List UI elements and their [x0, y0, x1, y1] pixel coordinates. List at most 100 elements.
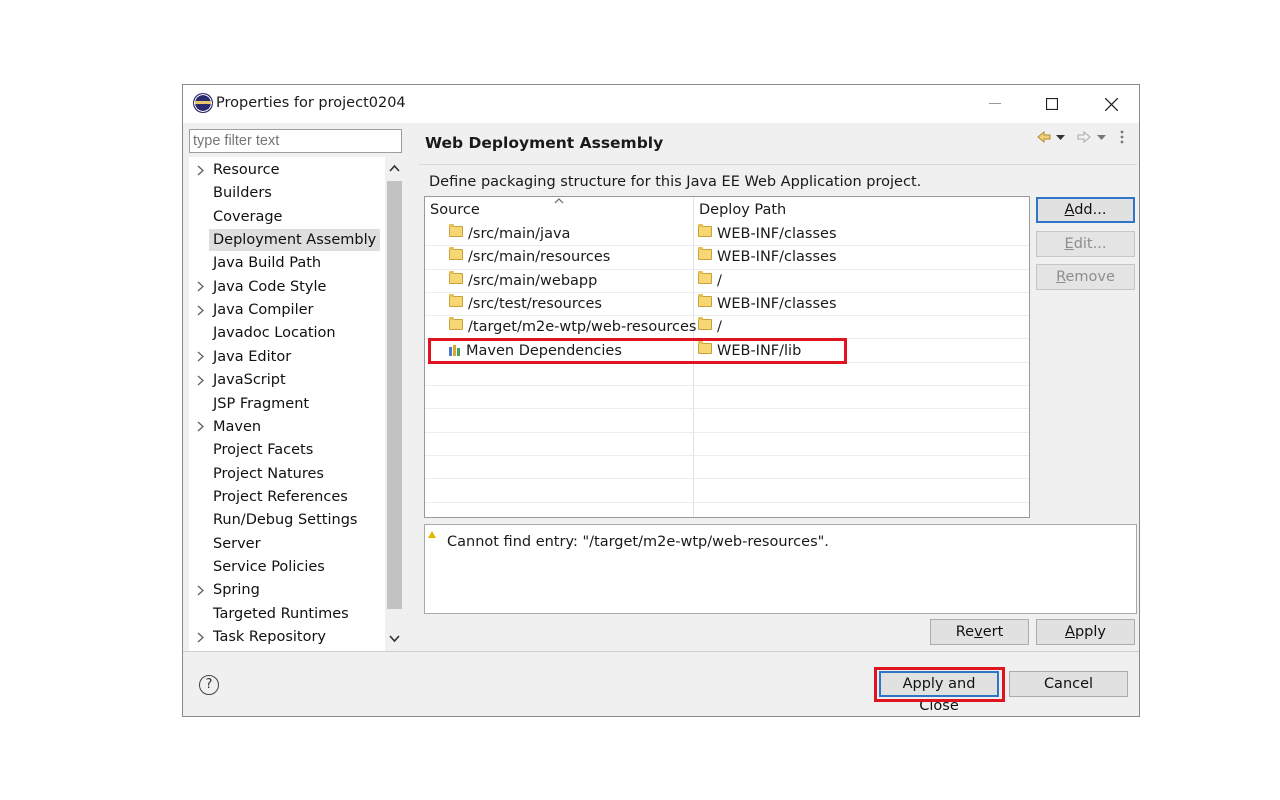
page-navigation — [1037, 128, 1137, 148]
table-row[interactable]: Maven Dependencies WEB-INF/lib — [425, 337, 1029, 364]
remove-label: emove — [1065, 269, 1115, 285]
source-cell: /src/main/resources — [449, 246, 610, 269]
table-row — [425, 479, 1029, 503]
deploy-path-cell: / — [698, 316, 722, 339]
tree-item[interactable]: Resource — [213, 159, 280, 181]
edit-button[interactable]: Edit... — [1036, 231, 1135, 257]
deploy-path: WEB-INF/classes — [717, 226, 837, 242]
table-row — [425, 363, 1029, 387]
message-area: Cannot find entry: "/target/m2e-wtp/web-… — [424, 524, 1137, 614]
footer-separator — [183, 651, 1139, 652]
page-header: Web Deployment Assembly — [419, 123, 1137, 165]
source-cell: /src/main/webapp — [449, 270, 597, 293]
source-path: /src/test/resources — [468, 295, 602, 312]
deploy-path: WEB-INF/classes — [717, 249, 837, 266]
add-button[interactable]: Add... — [1036, 197, 1135, 223]
source-path: /target/m2e-wtp/web-resources — [468, 319, 697, 336]
tree-item[interactable]: Run/Debug Settings — [213, 509, 357, 531]
tree-scrollbar[interactable] — [385, 157, 404, 651]
forward-menu-icon[interactable] — [1097, 135, 1106, 141]
source-cell: /target/m2e-wtp/web-resources — [449, 316, 696, 339]
tree-item[interactable]: Project References — [213, 486, 348, 508]
tree-item[interactable]: Spring — [213, 579, 260, 601]
folder-icon — [449, 224, 463, 237]
expand-arrow-icon[interactable] — [194, 626, 206, 648]
properties-dialog: Properties for project0204 ResourceBuild… — [182, 84, 1140, 717]
tree-item[interactable]: Java Compiler — [213, 299, 314, 321]
filter-input[interactable] — [189, 129, 402, 153]
table-row[interactable]: /src/test/resources WEB-INF/classes — [425, 293, 1029, 317]
scroll-up-icon[interactable] — [389, 164, 400, 172]
table-row — [425, 456, 1029, 480]
table-row[interactable]: /src/main/resources WEB-INF/classes — [425, 246, 1029, 270]
deploy-path-header-label: Deploy Path — [699, 202, 787, 218]
table-row[interactable]: /target/m2e-wtp/web-resources / — [425, 316, 1029, 340]
deploy-path-cell: / — [698, 270, 722, 293]
tree-item[interactable]: Deployment Assembly — [209, 229, 381, 252]
tree-item[interactable]: Coverage — [213, 206, 282, 228]
remove-button[interactable]: Remove — [1036, 264, 1135, 290]
cancel-button[interactable]: Cancel — [1009, 671, 1128, 697]
expand-arrow-icon[interactable] — [194, 346, 206, 368]
tree-item[interactable]: JavaScript — [213, 369, 286, 391]
tree-item[interactable]: Project Natures — [213, 463, 324, 485]
back-arrow-icon[interactable] — [1037, 131, 1051, 143]
expand-arrow-icon[interactable] — [194, 276, 206, 298]
tree-item[interactable]: Java Editor — [213, 346, 291, 368]
help-icon[interactable]: ? — [199, 675, 219, 695]
table-row — [425, 386, 1029, 410]
tree-item[interactable]: Builders — [213, 182, 272, 204]
page-description: Define packaging structure for this Java… — [429, 174, 922, 190]
source-cell: /src/test/resources — [449, 293, 602, 316]
tree-item[interactable]: Targeted Runtimes — [213, 603, 349, 625]
source-path: /src/main/webapp — [468, 272, 598, 289]
tree-item[interactable]: Javadoc Location — [213, 322, 336, 344]
folder-icon — [449, 317, 463, 331]
revert-button[interactable]: Revert — [930, 619, 1029, 645]
apply-label: pply — [1074, 624, 1106, 640]
tree-item[interactable]: Java Code Style — [213, 276, 326, 298]
back-menu-icon[interactable] — [1056, 135, 1065, 141]
deploy-path: WEB-INF/classes — [717, 295, 837, 312]
tree-item[interactable]: Task Repository — [213, 626, 326, 648]
deploy-path-cell: WEB-INF/classes — [698, 293, 837, 316]
table-row — [425, 433, 1029, 456]
revert-label-end: ert — [982, 624, 1004, 640]
scroll-down-icon[interactable] — [389, 635, 400, 643]
source-path: /src/main/resources — [468, 249, 611, 266]
deploy-path: / — [717, 272, 722, 289]
view-menu-icon[interactable] — [1120, 130, 1124, 144]
tree-item[interactable]: Service Policies — [213, 556, 325, 578]
source-column-header[interactable]: Source — [425, 197, 693, 223]
deploy-path-cell: WEB-INF/classes — [698, 223, 837, 246]
forward-arrow-icon[interactable] — [1077, 131, 1091, 143]
expand-arrow-icon[interactable] — [194, 369, 206, 391]
edit-mnemonic: E — [1064, 236, 1074, 252]
expand-arrow-icon[interactable] — [194, 299, 206, 321]
table-row[interactable]: /src/main/java WEB-INF/classes — [425, 223, 1029, 247]
apply-button[interactable]: Apply — [1036, 619, 1135, 645]
expand-arrow-icon[interactable] — [194, 416, 206, 438]
tree-item[interactable]: Java Build Path — [213, 252, 321, 274]
maximize-button[interactable] — [1030, 89, 1074, 119]
folder-icon — [698, 293, 712, 307]
tree-item[interactable]: Server — [213, 533, 261, 555]
tree-item[interactable]: Project Facets — [213, 439, 313, 461]
tree-item[interactable]: JSP Fragment — [213, 393, 309, 415]
source-cell: /src/main/java — [449, 223, 570, 246]
source-header-label: Source — [430, 202, 480, 218]
minimize-button[interactable] — [973, 89, 1017, 119]
expand-arrow-icon[interactable] — [194, 579, 206, 601]
close-button[interactable] — [1089, 89, 1133, 119]
table-row[interactable]: /src/main/webapp / — [425, 270, 1029, 293]
maven-dependencies-highlight — [428, 337, 847, 364]
tree-item[interactable]: Maven — [213, 416, 261, 438]
scrollbar-thumb[interactable] — [387, 181, 402, 609]
maximize-icon — [1046, 98, 1058, 110]
add-mnemonic: A — [1064, 202, 1075, 218]
folder-icon — [698, 317, 712, 331]
deploy-path-column-header[interactable]: Deploy Path — [694, 197, 1029, 223]
page-title: Web Deployment Assembly — [425, 134, 664, 152]
expand-arrow-icon[interactable] — [194, 159, 206, 181]
source-path: /src/main/java — [468, 226, 571, 242]
